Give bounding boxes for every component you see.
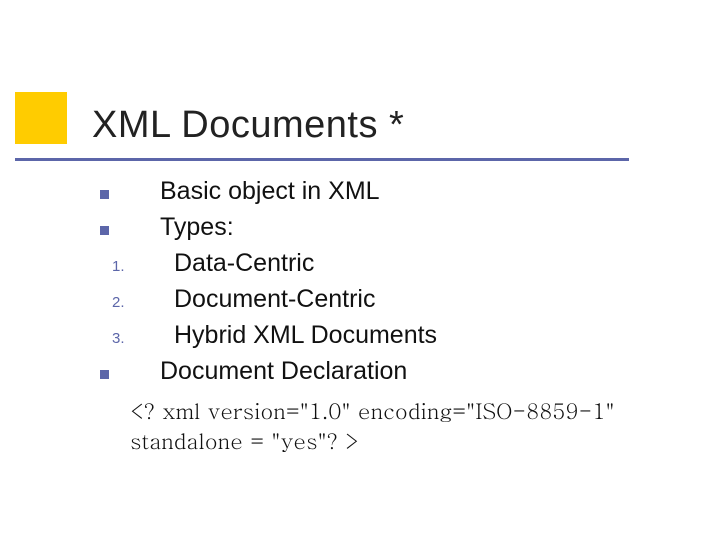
- bullet-text: Types:: [160, 211, 234, 244]
- square-bullet-icon: [100, 226, 160, 235]
- bullet-types: Types:: [100, 211, 660, 244]
- slide-title: XML Documents *: [92, 104, 404, 147]
- bullet-basic-object: Basic object in XML: [100, 175, 660, 208]
- number-marker: 3.: [100, 330, 172, 347]
- bullet-data-centric: 1. Data-Centric: [100, 247, 660, 280]
- bullet-text: Hybrid XML Documents: [174, 319, 437, 352]
- title-underline: [15, 158, 629, 161]
- bullet-document-centric: 2. Document-Centric: [100, 283, 660, 316]
- slide-body: Basic object in XML Types: 1. Data-Centr…: [100, 175, 660, 455]
- number-marker: 1.: [100, 258, 172, 275]
- xml-declaration-code: <? xml version="1.0" encoding="ISO-8859-…: [130, 396, 670, 455]
- title-accent-square: [15, 92, 67, 144]
- bullet-text: Data-Centric: [174, 247, 314, 280]
- slide: XML Documents * Basic object in XML Type…: [0, 0, 720, 540]
- bullet-document-declaration: Document Declaration: [100, 355, 660, 388]
- bullet-text: Document-Centric: [174, 283, 375, 316]
- square-bullet-icon: [100, 190, 160, 199]
- square-bullet-icon: [100, 370, 160, 379]
- number-marker: 2.: [100, 294, 172, 311]
- bullet-text: Document Declaration: [160, 355, 407, 388]
- bullet-hybrid-xml: 3. Hybrid XML Documents: [100, 319, 660, 352]
- bullet-text: Basic object in XML: [160, 175, 380, 208]
